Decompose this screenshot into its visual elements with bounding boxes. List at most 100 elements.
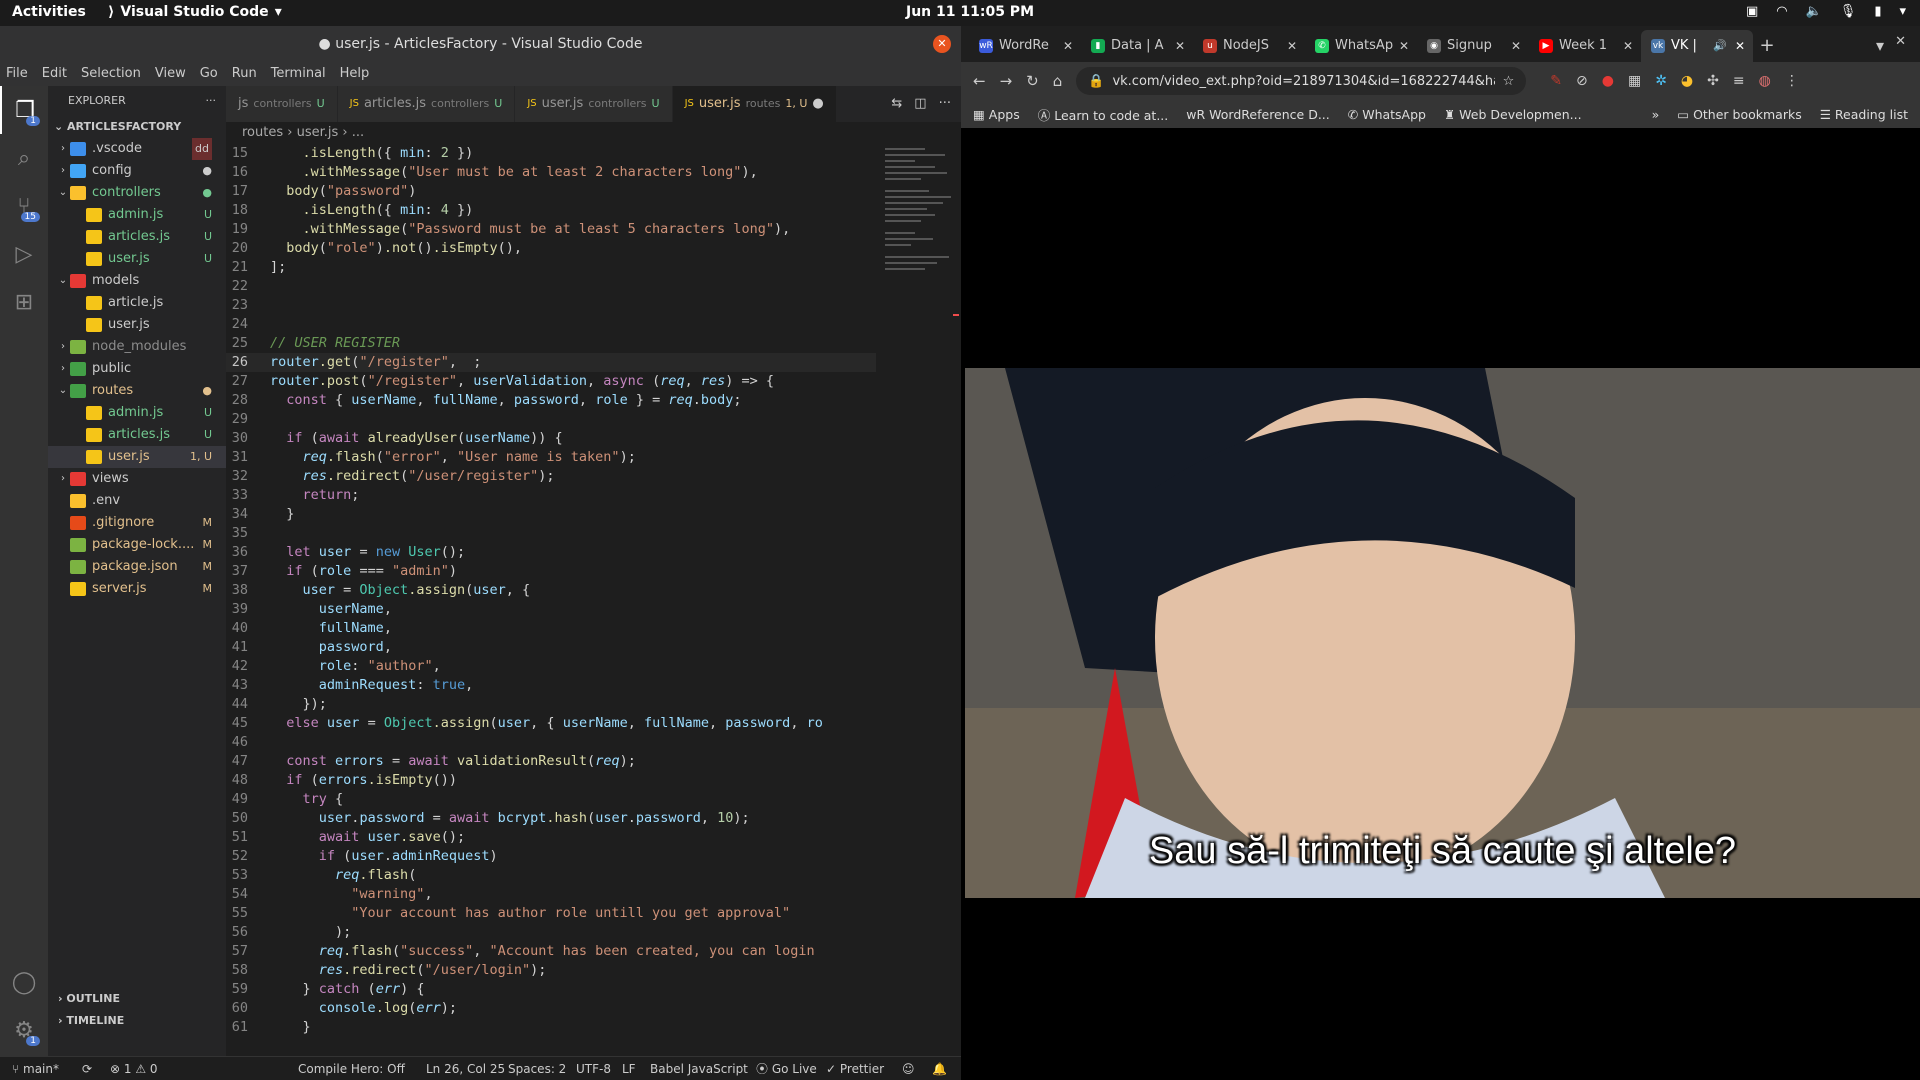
clock[interactable]: Jun 11 11:05 PM <box>906 4 1034 20</box>
split-editor-icon[interactable]: ◫ <box>914 86 926 122</box>
code-line[interactable]: 53 req.flash( <box>226 866 876 885</box>
code-line[interactable]: 46 <box>226 733 876 752</box>
source-control-icon[interactable]: ⑂ 15 <box>0 182 48 230</box>
browser-tab[interactable]: u NodeJS ✕ <box>1193 30 1305 62</box>
avatar[interactable]: ◍ <box>1759 73 1771 89</box>
code-line[interactable]: 40 fullName, <box>226 619 876 638</box>
menu-item[interactable]: Go <box>200 62 218 86</box>
unsaved-dot-icon[interactable]: ● <box>812 86 823 122</box>
editor-tab[interactable]: js controllers U <box>226 86 338 122</box>
wifi-icon[interactable]: ◠ <box>1776 4 1787 19</box>
editor-tab[interactable]: JS user.js controllers U <box>515 86 673 122</box>
compile-hero-status[interactable]: Compile Hero: Off <box>298 1057 405 1080</box>
bookmark-item[interactable]: ☰ Reading list <box>1820 107 1920 122</box>
chevron-down-icon[interactable]: ▾ <box>1899 4 1906 19</box>
bookmark-item[interactable]: ▦ Apps <box>973 107 1020 122</box>
timeline-section[interactable]: › TIMELINE <box>48 1010 124 1032</box>
outline-section[interactable]: › OUTLINE <box>48 988 120 1010</box>
close-icon[interactable]: ✕ <box>1399 30 1409 62</box>
code-line[interactable]: 21]; <box>226 258 876 277</box>
menu-item[interactable]: Selection <box>81 62 141 86</box>
browser-tab[interactable]: ✆ WhatsAp ✕ <box>1305 30 1417 62</box>
language-mode[interactable]: Babel JavaScript <box>650 1057 748 1080</box>
more-actions-icon[interactable]: ··· <box>206 86 217 116</box>
battery-icon[interactable]: ▮ <box>1874 4 1881 19</box>
browser-tab[interactable]: ▮ Data | A ✕ <box>1081 30 1193 62</box>
code-line[interactable]: 39 userName, <box>226 600 876 619</box>
breadcrumb-item[interactable]: ... <box>352 125 364 140</box>
file-item[interactable]: .gitignore M <box>48 512 226 534</box>
extension-icon[interactable]: ✎ <box>1550 73 1562 89</box>
code-line[interactable]: 31 req.flash("error", "User name is take… <box>226 448 876 467</box>
breadcrumb-item[interactable]: user.js <box>297 125 339 140</box>
search-icon[interactable]: ⌕ <box>0 134 48 182</box>
code-line[interactable]: 35 <box>226 524 876 543</box>
prettier-status[interactable]: ✓ Prettier <box>826 1057 884 1080</box>
close-icon[interactable]: ✕ <box>1511 30 1521 62</box>
back-icon[interactable]: ← <box>973 72 986 90</box>
kebab-menu-icon[interactable]: ⋮ <box>1785 73 1799 89</box>
bookmark-item[interactable]: ♜ Web Developmen... <box>1444 107 1582 122</box>
forward-icon[interactable]: → <box>1000 72 1013 90</box>
puzzle-icon[interactable]: ✣ <box>1707 73 1719 89</box>
code-line[interactable]: 27 router.post("/register", userValidatio… <box>226 372 876 391</box>
code-line[interactable]: 58 res.redirect("/user/login"); <box>226 961 876 980</box>
reload-icon[interactable]: ↻ <box>1026 72 1039 90</box>
menu-item[interactable]: Run <box>232 62 257 86</box>
code-line[interactable]: 38 user = Object.assign(user, { <box>226 581 876 600</box>
breadcrumb[interactable]: routes › user.js › ... <box>226 122 961 144</box>
bookmark-item[interactable]: wR WordReference D... <box>1186 107 1329 122</box>
code-line[interactable]: 59 } catch (err) { <box>226 980 876 999</box>
code-line[interactable]: 25 // USER REGISTER <box>226 334 876 353</box>
problems-indicator[interactable]: ⊗ 1 ⚠ 0 <box>110 1057 158 1080</box>
line-ending[interactable]: LF <box>622 1057 636 1080</box>
file-item[interactable]: articles.js U <box>48 424 226 446</box>
code-line[interactable]: 34 } <box>226 505 876 524</box>
code-line[interactable]: 51 await user.save(); <box>226 828 876 847</box>
browser-tab[interactable]: ◉ Signup ✕ <box>1417 30 1529 62</box>
menu-item[interactable]: Terminal <box>271 62 326 86</box>
run-debug-icon[interactable]: ▷ <box>0 230 48 278</box>
code-line[interactable]: 15 .isLength({ min: 2 }) <box>226 144 876 163</box>
gear-icon[interactable]: ⚙ 1 <box>0 1006 48 1054</box>
home-icon[interactable]: ⌂ <box>1053 72 1063 90</box>
menu-item[interactable]: Edit <box>42 62 67 86</box>
code-line[interactable]: 29 <box>226 410 876 429</box>
app-menu[interactable]: ⟩ Visual Studio Code ▾ <box>108 4 282 20</box>
close-icon[interactable]: ✕ <box>933 35 951 53</box>
new-tab-button[interactable]: + <box>1753 30 1781 62</box>
code-line[interactable]: 52 if (user.adminRequest) <box>226 847 876 866</box>
open-changes-icon[interactable]: ⇆ <box>891 86 902 122</box>
close-icon[interactable]: ✕ <box>1063 30 1073 62</box>
window-icon[interactable]: ▣ <box>1746 4 1758 19</box>
folder-item[interactable]: › config ● <box>48 160 226 182</box>
code-line[interactable]: 56 ); <box>226 923 876 942</box>
bookmark-item[interactable]: ▭ Other bookmarks <box>1677 107 1801 122</box>
code-line[interactable]: 26 router.get("/register", ; <box>226 353 876 372</box>
close-icon[interactable]: ✕ <box>1735 30 1745 62</box>
editor-tab[interactable]: JS user.js routes 1, U ● <box>672 86 837 122</box>
close-icon[interactable]: ✕ <box>1287 30 1297 62</box>
star-icon[interactable]: ☆ <box>1503 74 1515 89</box>
code-line[interactable]: 47 const errors = await validationResult… <box>226 752 876 771</box>
file-item[interactable]: article.js <box>48 292 226 314</box>
code-line[interactable]: 57 req.flash("success", "Account has bee… <box>226 942 876 961</box>
file-item[interactable]: server.js M <box>48 578 226 600</box>
system-tray[interactable]: ▣ ◠ 🔈 🎙 ▮ ▾ <box>1746 4 1906 19</box>
minimap[interactable] <box>881 144 961 1036</box>
bookmark-item[interactable]: » <box>1652 107 1660 122</box>
code-line[interactable]: 41 password, <box>226 638 876 657</box>
file-item[interactable]: user.js <box>48 314 226 336</box>
code-line[interactable]: 48 if (errors.isEmpty()) <box>226 771 876 790</box>
code-line[interactable]: 19 .withMessage("Password must be at lea… <box>226 220 876 239</box>
sync-icon[interactable]: ⟳ <box>82 1057 92 1080</box>
code-line[interactable]: 16 .withMessage("User must be at least 2… <box>226 163 876 182</box>
file-item[interactable]: .env <box>48 490 226 512</box>
workspace-root[interactable]: ⌄ ARTICLESFACTORY <box>48 116 226 138</box>
video-player[interactable]: Sau să-l trimiteţi să caute şi altele? <box>965 368 1920 898</box>
code-line[interactable]: 18 .isLength({ min: 4 }) <box>226 201 876 220</box>
code-line[interactable]: 24 <box>226 315 876 334</box>
folder-item[interactable]: › public <box>48 358 226 380</box>
file-item[interactable]: user.js 1, U <box>48 446 226 468</box>
account-icon[interactable]: ◯ <box>0 958 48 1006</box>
